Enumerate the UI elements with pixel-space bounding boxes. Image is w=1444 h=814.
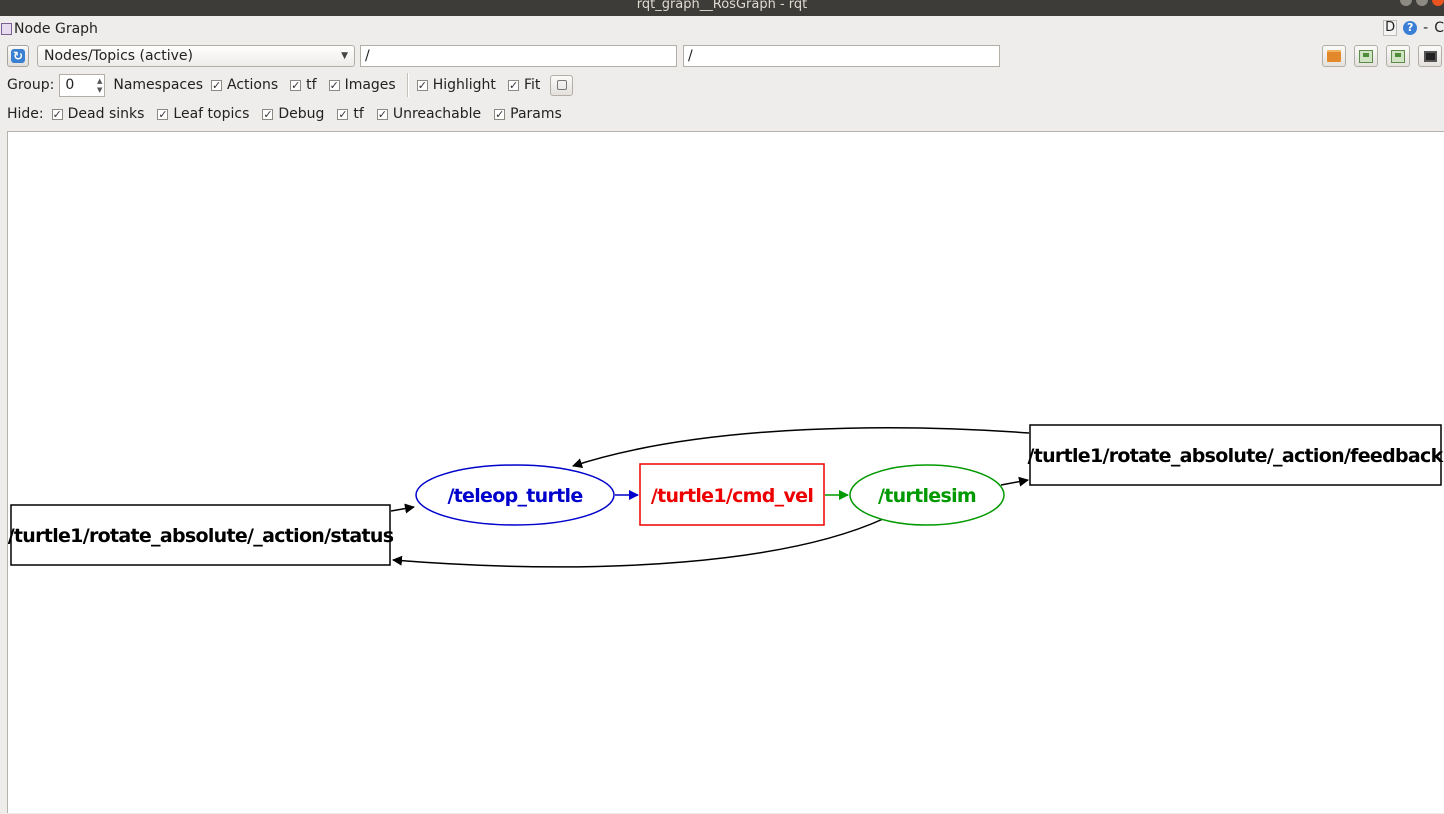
checkbox-check-icon[interactable]: ✓ <box>494 108 506 120</box>
graph-toolbar: ↻ Nodes/Topics (active) ▼ / / <box>0 44 1444 68</box>
close-plugin-button[interactable]: C <box>1434 20 1444 36</box>
tf-label: tf <box>306 77 317 93</box>
graph-node-status-topic[interactable]: /turtle1/rotate_absolute/_action/status <box>8 504 394 566</box>
graph-node-teleop-turtle[interactable]: /teleop_turtle <box>415 464 615 526</box>
actions-checkbox[interactable]: ✓ Actions <box>211 77 278 93</box>
fit-label: Fit <box>523 77 541 93</box>
namespaces-label: Namespaces <box>113 77 204 93</box>
window-title: rqt_graph__RosGraph - rqt <box>636 0 808 12</box>
checkbox-check-icon[interactable]: ✓ <box>328 79 340 91</box>
topic-filter-input[interactable]: / <box>683 45 1000 67</box>
fit-in-view-button[interactable] <box>550 74 574 96</box>
hide-label: Hide: <box>7 106 44 122</box>
window-controls <box>1400 0 1444 6</box>
edge-turtlesim-to-feedback[interactable] <box>1000 476 1029 487</box>
save-image-icon <box>1423 50 1437 62</box>
checkbox-check-icon[interactable]: ✓ <box>157 108 169 120</box>
images-label: Images <box>344 77 396 93</box>
plugin-title: Node Graph <box>14 21 98 37</box>
save-dot-icon <box>1359 49 1373 63</box>
images-checkbox[interactable]: ✓ Images <box>328 77 396 93</box>
checkbox-check-icon[interactable]: ✓ <box>211 79 223 91</box>
refresh-button[interactable]: ↻ <box>7 45 29 67</box>
save-image-button[interactable] <box>1418 45 1442 67</box>
maximize-window-icon[interactable] <box>1416 0 1428 6</box>
view-mode-value: Nodes/Topics (active) <box>44 48 193 64</box>
debug-checkbox[interactable]: ✓ Debug <box>262 106 324 122</box>
leaf-topics-label: Leaf topics <box>173 106 250 122</box>
unreachable-label: Unreachable <box>392 106 482 122</box>
save-svg-icon <box>1391 49 1405 63</box>
refresh-icon: ↻ <box>11 49 25 63</box>
checkbox-check-icon[interactable]: ✓ <box>376 108 388 120</box>
dock-button[interactable]: D <box>1383 20 1398 36</box>
spin-down-icon[interactable]: ▼ <box>97 86 102 94</box>
highlight-label: Highlight <box>432 77 496 93</box>
node-filter-input[interactable]: / <box>360 45 677 67</box>
graph-svg[interactable]: /turtle1/rotate_absolute/_action/status … <box>8 132 1444 814</box>
close-window-icon[interactable] <box>1432 0 1444 6</box>
hide-row: Hide: ✓ Dead sinks ✓ Leaf topics ✓ Debug… <box>0 101 562 127</box>
feedback-topic-label: /turtle1/rotate_absolute/_action/feedbac… <box>1027 445 1443 467</box>
checkbox-check-icon[interactable]: ✓ <box>507 79 519 91</box>
turtlesim-label: /turtlesim <box>878 485 976 507</box>
minimize-plugin-button[interactable]: - <box>1423 20 1428 36</box>
save-svg-button[interactable] <box>1386 45 1410 67</box>
group-spinbox[interactable]: 0 ▲ ▼ <box>59 73 106 97</box>
graph-canvas[interactable]: /turtle1/rotate_absolute/_action/status … <box>7 131 1444 813</box>
leaf-topics-checkbox[interactable]: ✓ Leaf topics <box>157 106 249 122</box>
params-checkbox[interactable]: ✓ Params <box>494 106 562 122</box>
group-value: 0 <box>65 76 75 93</box>
fit-in-view-icon <box>556 80 567 90</box>
group-label: Group: <box>7 77 55 93</box>
graph-node-feedback-topic[interactable]: /turtle1/rotate_absolute/_action/feedbac… <box>1027 424 1444 486</box>
plugin-icon <box>1 23 12 35</box>
cmd-vel-topic-label: /turtle1/cmd_vel <box>651 485 813 507</box>
load-dot-button[interactable] <box>1322 45 1346 67</box>
folder-open-icon <box>1327 50 1341 62</box>
toolbar-divider <box>406 73 409 97</box>
window-titlebar: rqt_graph__RosGraph - rqt <box>0 0 1444 16</box>
help-icon[interactable]: ? <box>1403 21 1418 35</box>
spin-up-icon[interactable]: ▲ <box>97 77 102 85</box>
checkbox-check-icon[interactable]: ✓ <box>416 79 428 91</box>
checkbox-check-icon[interactable]: ✓ <box>51 108 63 120</box>
chevron-down-icon: ▼ <box>341 51 348 61</box>
actions-label: Actions <box>227 77 279 93</box>
dead-sinks-checkbox[interactable]: ✓ Dead sinks <box>51 106 145 122</box>
graph-node-cmd-vel-topic[interactable]: /turtle1/cmd_vel <box>639 463 825 526</box>
plugin-header: Node Graph D ? - C <box>0 18 1444 40</box>
view-mode-select[interactable]: Nodes/Topics (active) ▼ <box>37 45 355 67</box>
graph-node-turtlesim[interactable]: /turtlesim <box>849 464 1005 526</box>
status-topic-label: /turtle1/rotate_absolute/_action/status <box>8 525 394 547</box>
debug-label: Debug <box>278 106 325 122</box>
checkbox-check-icon[interactable]: ✓ <box>337 108 349 120</box>
dead-sinks-label: Dead sinks <box>67 106 145 122</box>
highlight-checkbox[interactable]: ✓ Highlight <box>416 77 496 93</box>
hide-tf-label: tf <box>353 106 364 122</box>
hide-tf-checkbox[interactable]: ✓ tf <box>337 106 364 122</box>
edge-feedback-to-teleop[interactable] <box>572 427 1030 468</box>
checkbox-check-icon[interactable]: ✓ <box>262 108 274 120</box>
edge-turtlesim-to-status[interactable] <box>392 518 884 568</box>
unreachable-checkbox[interactable]: ✓ Unreachable <box>376 106 482 122</box>
teleop-turtle-label: /teleop_turtle <box>447 485 582 507</box>
fit-checkbox[interactable]: ✓ Fit <box>507 77 541 93</box>
edge-status-to-teleop[interactable] <box>390 503 415 514</box>
options-row: Group: 0 ▲ ▼ Namespaces ✓ Actions ✓ tf ✓… <box>0 72 574 98</box>
minimize-window-icon[interactable] <box>1400 0 1412 6</box>
checkbox-check-icon[interactable]: ✓ <box>290 79 302 91</box>
save-dot-button[interactable] <box>1354 45 1378 67</box>
params-label: Params <box>510 106 562 122</box>
tf-checkbox[interactable]: ✓ tf <box>290 77 317 93</box>
plugin-header-controls: D ? - C <box>1383 20 1444 36</box>
